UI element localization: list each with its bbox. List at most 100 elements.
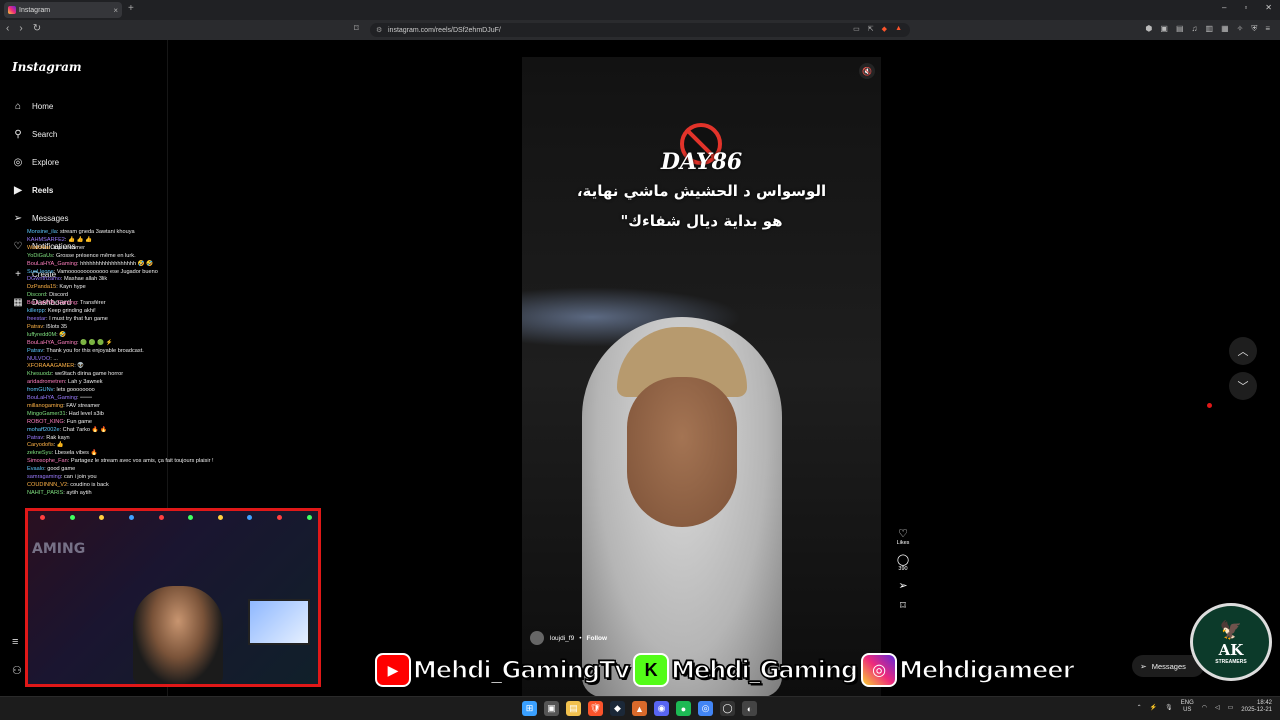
chat-message: DzPanda15: Kayn hype [27,284,86,291]
author-username[interactable]: loujdi_f9 [550,635,574,642]
chat-username: MingoGamer31 [27,410,66,417]
chat-username: BouLaHYA_Gaming [27,260,77,267]
chat-text: we9tach dirina game horror [55,371,124,378]
tab-title: Instagram [19,6,51,14]
comments-count: 390 [898,566,908,572]
kick-handle: Mehdi_Gaming [670,655,859,685]
like-action[interactable]: ♡ Likes [897,528,910,546]
chevron-up-icon[interactable]: ⌃ [1137,704,1142,711]
brave-rewards-icon[interactable]: ▲ [895,25,902,33]
chat-text: aytih aytih [66,489,92,496]
back-arrow-icon[interactable]: ‹ [6,23,9,34]
chat-message: Evaalo: good game [27,466,76,473]
chat-username: Patrav [27,347,44,354]
sidebar-item-search[interactable]: ⚲ Search [12,128,57,140]
eagle-icon: 🦅 [1219,619,1243,640]
maximize-button[interactable]: ▫ [1244,3,1247,12]
chat-text: hhhhhhhhhhhhhhhhhh 🤣 🤣 [80,260,154,267]
extension-icon[interactable]: ▤ [1176,24,1184,34]
also-from-meta-icon[interactable]: ⚇ [12,664,22,677]
brave-shield-icon[interactable]: ◆ [882,25,887,33]
reel-video[interactable]: DAY86 الوسواس د الحشيش ماشي نهاية، هو بد… [522,57,881,696]
address-bar[interactable]: ⚙ instagram.com/reels/DSf2ehmDJuF/ ▭ ⇱ ◆… [370,23,910,37]
chrome-icon[interactable]: ◎ [698,701,713,716]
follow-button[interactable]: Follow [587,635,608,642]
chat-username: mohaff2002e [27,426,60,433]
language-indicator[interactable]: ENG US [1181,700,1194,714]
app-icon[interactable]: ◯ [720,701,735,716]
extension-icon[interactable]: ⬢ [1145,24,1152,34]
chat-username: NAHIT_PARIS [27,489,64,496]
kick-icon: K [633,653,670,687]
site-info-icon[interactable]: ⚙ [376,26,382,34]
chat-username: COUDINNN_V2 [27,482,68,488]
sidebar-item-home[interactable]: ⌂ Home [12,100,53,112]
comment-action[interactable]: ◯ 390 [897,554,909,572]
leo-icon[interactable]: ✧ [1237,24,1244,34]
wallet-icon[interactable]: ▦ [1221,24,1229,34]
network-icon[interactable]: ⚡ [1150,704,1157,711]
monitor [248,599,310,645]
chat-message: Simosophe_Fan: Partagez le stream avec v… [27,458,214,465]
chat-message: BouLaHYA_Gaming: 🟢 🟢 🟢 ⚡ [27,339,113,346]
chat-text: Thank you for this enjoyable broadcast. [46,347,144,354]
menu-icon[interactable]: ≡ [1265,24,1270,34]
chat-username: YoDiGaUs [27,252,53,259]
wifi-icon[interactable]: ◠ [1202,704,1207,711]
brave-icon[interactable]: 🛡 [588,701,603,716]
music-icon[interactable]: ♫ [1192,24,1198,34]
next-reel-button[interactable]: ﹀ [1229,372,1257,400]
chat-message: fromGUNv: lets goooooooo [27,387,95,394]
sidebar-item-reels[interactable]: ▶ Reels [12,184,53,196]
sidebar-icon[interactable]: ▥ [1206,24,1214,34]
previous-reel-button[interactable]: ︿ [1229,337,1257,365]
chat-message: NAHIT_PARIS: aytih aytih [27,489,92,496]
chat-username: Simosophe_Fan [27,458,68,465]
chat-text: 🤣 [59,331,67,338]
app-icon[interactable]: ▲ [632,701,647,716]
more-menu-icon[interactable]: ≡ [12,636,18,648]
tab-instagram[interactable]: Instagram × [4,2,122,18]
cast-icon[interactable]: ▭ [853,25,860,33]
sidebar-item-explore[interactable]: ◎ Explore [12,156,60,168]
save-action[interactable]: ⌑ [900,600,906,612]
chat-message: zekneSyu: Lbesela vibes 🔥 [27,450,98,457]
steam-icon[interactable]: ◆ [610,701,625,716]
instagram-favicon-icon [8,6,16,14]
mic-icon[interactable]: 🎙 [1165,704,1173,711]
chat-username: Caryodofis [27,442,54,449]
extension-icon[interactable]: ▣ [1160,24,1168,34]
mute-icon[interactable]: 🔇 [859,63,875,79]
battery-icon[interactable]: ▭ [1228,704,1234,711]
close-window-button[interactable]: ✕ [1265,3,1272,12]
chat-message: Khesuodz: we9tach dirina game horror [27,371,124,378]
discord-icon[interactable]: ◉ [654,701,669,716]
minimize-button[interactable]: – [1222,3,1226,12]
chat-message: ROBOT_KING: Fun game [27,418,92,425]
obs-icon[interactable]: ◐ [742,701,757,716]
chat-username: Monsine_ila [27,229,57,235]
reload-icon[interactable]: ↻ [33,23,41,34]
volume-icon[interactable]: ◁ [1215,704,1220,711]
sidebar-item-messages[interactable]: ➢ Messages [12,212,69,224]
chat-message: BouLaHYA_Gaming: hhhhhhhhhhhhhhhhhh 🤣 🤣 [27,260,154,267]
tab-close-icon[interactable]: × [113,6,118,15]
clock[interactable]: 18:42 2025-12-21 [1241,700,1272,714]
forward-arrow-icon[interactable]: › [19,23,22,34]
paper-plane-icon: ➢ [13,212,23,224]
start-icon[interactable]: ⊞ [522,701,537,716]
instagram-logo[interactable]: Instagram [12,60,82,74]
task-view-icon[interactable]: ▣ [544,701,559,716]
bookmark-icon[interactable]: ⌑ [354,23,359,34]
vpn-icon[interactable]: ⛨ [1251,24,1257,34]
share-icon[interactable]: ⇱ [868,25,874,33]
share-action[interactable]: ➢ [898,580,907,592]
reel-caption-line1: الوسواس د الحشيش ماشي نهاية، [576,182,827,200]
chat-text: Grosse présence même en lurk. [56,252,136,259]
file-explorer-icon[interactable]: ▤ [566,701,581,716]
avatar[interactable] [530,631,544,645]
chat-username: SueLleone [27,268,54,275]
chat-username: luffyredd0M [27,331,57,338]
spotify-icon[interactable]: ● [676,701,691,716]
new-tab-button[interactable]: + [128,3,134,14]
